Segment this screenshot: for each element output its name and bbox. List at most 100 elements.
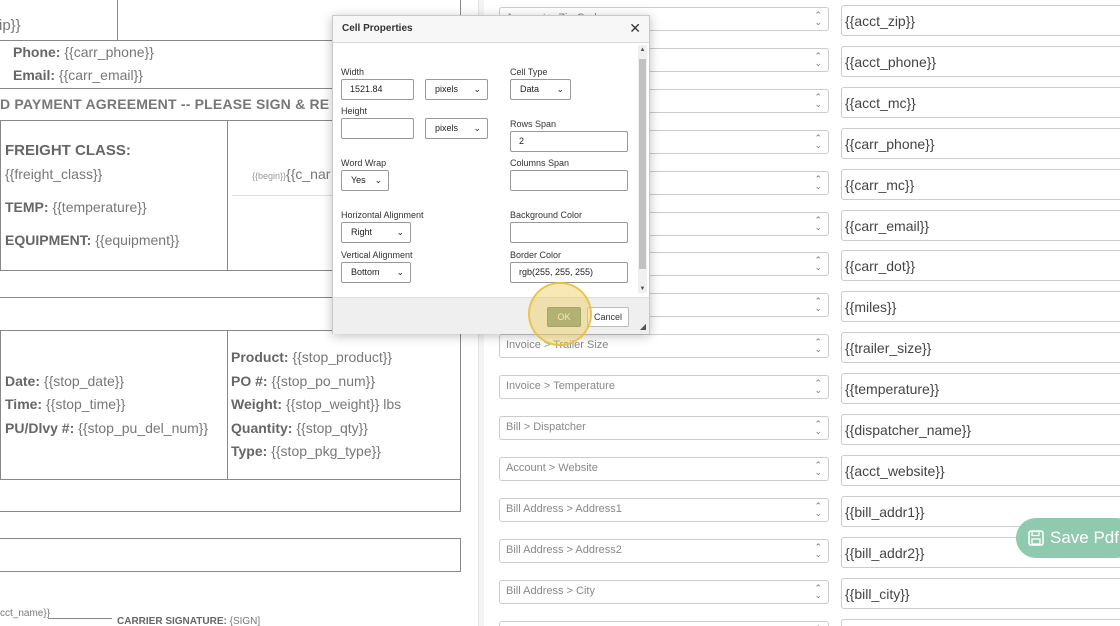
save-pdf-label: Save Pdf	[1050, 528, 1119, 547]
date-value: {{stop_date}}	[43, 373, 125, 389]
updown-arrow-icon: ⌃ ⌄	[814, 582, 822, 600]
type-value: {{stop_pkg_type}}	[271, 443, 381, 459]
field-placeholder-input[interactable]: {{carr_mc}}	[841, 168, 1120, 200]
field-placeholder-input[interactable]: {{acct_mc}}	[841, 86, 1120, 118]
scroll-thumb[interactable]	[639, 59, 646, 269]
field-placeholder-input[interactable]	[841, 618, 1120, 626]
bg-color-input[interactable]	[510, 222, 628, 243]
cell-border	[460, 538, 461, 572]
cell-properties-dialog: Cell Properties ✕ Width 1521.84 pixels ⌄ …	[332, 15, 650, 334]
dialog-titlebar[interactable]: Cell Properties ✕	[333, 16, 649, 43]
field-source-label: Invoice > Temperature	[506, 380, 615, 393]
zip-placeholder: ip}}	[0, 17, 21, 34]
save-pdf-button[interactable]: Save Pdf	[1016, 518, 1120, 558]
field-source-select[interactable]: Invoice > Temperature ⌃ ⌄	[499, 375, 829, 400]
begin-line: {{begin}}{{c_nar	[252, 166, 330, 182]
signature-line	[48, 618, 112, 619]
date-label: Date:	[5, 373, 41, 389]
quantity-label: Quantity:	[231, 420, 293, 436]
field-source-select[interactable]: Account > Website ⌃ ⌄	[499, 456, 829, 481]
field-placeholder-input[interactable]: {{carr_phone}}	[841, 127, 1120, 159]
weight-value: {{stop_weight}} lbs	[285, 396, 402, 412]
resize-handle-icon[interactable]: ◢	[640, 322, 646, 331]
quantity-line: Quantity: {{stop_qty}}	[231, 420, 368, 436]
dialog-footer: OK Cancel ◢	[333, 297, 649, 334]
field-placeholder-input[interactable]: {{temperature}}	[841, 373, 1120, 405]
po-label: PO #:	[231, 373, 268, 389]
field-placeholder-input[interactable]: {{acct_website}}	[841, 454, 1120, 486]
field-source-select[interactable]: Invoice > Trailer Size ⌃ ⌄	[499, 334, 829, 359]
phone-value: {{carr_phone}}	[64, 44, 154, 60]
columns-span-input[interactable]	[510, 170, 628, 191]
cancel-button[interactable]: Cancel	[587, 307, 629, 327]
field-placeholder-input[interactable]: {{dispatcher_name}}	[841, 414, 1120, 445]
chevron-down-icon: ⌄	[396, 267, 404, 277]
field-source-select[interactable]: Bill Address > City ⌃ ⌄	[499, 579, 829, 604]
temp-label: TEMP:	[5, 199, 49, 215]
field-source-select[interactable]: Bill Address > State/Province⌃⌄	[499, 620, 829, 626]
c-name-value: {{c_nar	[286, 166, 331, 182]
phone-line: Phone: {{carr_phone}}	[13, 44, 154, 60]
temp-value: {{temperature}}	[52, 199, 147, 215]
field-source-label: Bill > Dispatcher	[506, 421, 586, 433]
h-align-label: Horizontal Alignment	[341, 210, 424, 220]
h-align-select[interactable]: Right ⌄	[341, 222, 411, 243]
cell-type-select[interactable]: Data ⌄	[510, 79, 571, 100]
height-unit-select[interactable]: pixels ⌄	[425, 118, 488, 139]
field-source-select[interactable]: Bill > Dispatcher ⌃ ⌄	[499, 416, 829, 440]
updown-arrow-icon: ⌃ ⌄	[814, 378, 822, 396]
scroll-up-icon[interactable]: ▲	[638, 47, 647, 53]
width-label: Width	[341, 67, 365, 77]
rows-span-input[interactable]: 2	[510, 131, 628, 152]
time-label: Time:	[5, 396, 43, 412]
field-source-label: Bill Address > Address2	[506, 543, 622, 556]
product-label: Product:	[231, 349, 289, 365]
height-input[interactable]	[341, 118, 414, 139]
type-label: Type:	[231, 443, 268, 459]
updown-arrow-icon: ⌃ ⌄	[814, 459, 822, 477]
field-source-select[interactable]: Bill Address > Address2 ⌃ ⌄	[499, 538, 829, 563]
freight-class-label: FREIGHT CLASS:	[5, 142, 131, 159]
v-align-select[interactable]: Bottom ⌄	[341, 262, 411, 283]
updown-arrow-icon: ⌃ ⌄	[814, 173, 822, 191]
width-unit-select[interactable]: pixels ⌄	[425, 79, 488, 100]
field-placeholder-input[interactable]: {{carr_dot}}	[841, 250, 1120, 282]
begin-tag: {{begin}}	[252, 171, 287, 181]
updown-arrow-icon: ⌃ ⌄	[814, 419, 822, 436]
carrier-signature-label: CARRIER SIGNATURE:	[117, 616, 227, 626]
cell-border	[0, 511, 461, 512]
equipment-label: EQUIPMENT:	[5, 232, 92, 248]
cell-border	[227, 330, 228, 480]
email-label: Email:	[13, 67, 56, 83]
save-icon	[1028, 530, 1044, 546]
email-line: Email: {{carr_email}}	[13, 67, 143, 83]
field-placeholder-input[interactable]: {{bill_city}}	[841, 577, 1120, 609]
scroll-down-icon[interactable]: ▼	[638, 286, 647, 292]
close-icon[interactable]: ✕	[629, 20, 641, 37]
pu-line: PU/Dlvy #: {{stop_pu_del_num}}	[5, 420, 208, 436]
field-source-label: Bill Address > Address1	[506, 502, 622, 515]
field-source-select[interactable]: Bill Address > Address1 ⌃ ⌄	[499, 497, 829, 522]
ok-button[interactable]: OK	[547, 307, 581, 327]
field-placeholder-input[interactable]: {{carr_email}}	[841, 209, 1120, 241]
border-color-input[interactable]: rgb(255, 255, 255)	[510, 262, 628, 283]
field-placeholder-input[interactable]: {{miles}}	[841, 291, 1120, 323]
equipment-value: {{equipment}}	[95, 232, 180, 248]
field-placeholder-input[interactable]: {{acct_phone}}	[841, 45, 1120, 77]
chevron-down-icon: ⌄	[374, 175, 382, 185]
updown-arrow-icon: ⌃ ⌄	[814, 91, 822, 109]
cell-border	[117, 0, 118, 40]
width-input[interactable]: 1521.84	[341, 79, 414, 100]
agreement-heading: D PAYMENT AGREEMENT -- PLEASE SIGN & RE	[0, 96, 330, 112]
quantity-value: {{stop_qty}}	[296, 420, 368, 436]
dialog-scrollbar[interactable]: ▲ ▼	[638, 45, 647, 293]
cell-border	[0, 538, 461, 539]
word-wrap-select[interactable]: Yes ⌄	[341, 170, 389, 191]
field-placeholder-input[interactable]: {{trailer_size}}	[841, 332, 1120, 364]
cell-border	[0, 479, 461, 480]
field-source-label: Bill Address > City	[506, 584, 595, 597]
product-value: {{stop_product}}	[292, 349, 393, 365]
weight-label: Weight:	[231, 396, 283, 412]
field-placeholder-input[interactable]: {{acct_zip}}	[841, 5, 1120, 36]
bg-color-label: Background Color	[510, 210, 583, 220]
